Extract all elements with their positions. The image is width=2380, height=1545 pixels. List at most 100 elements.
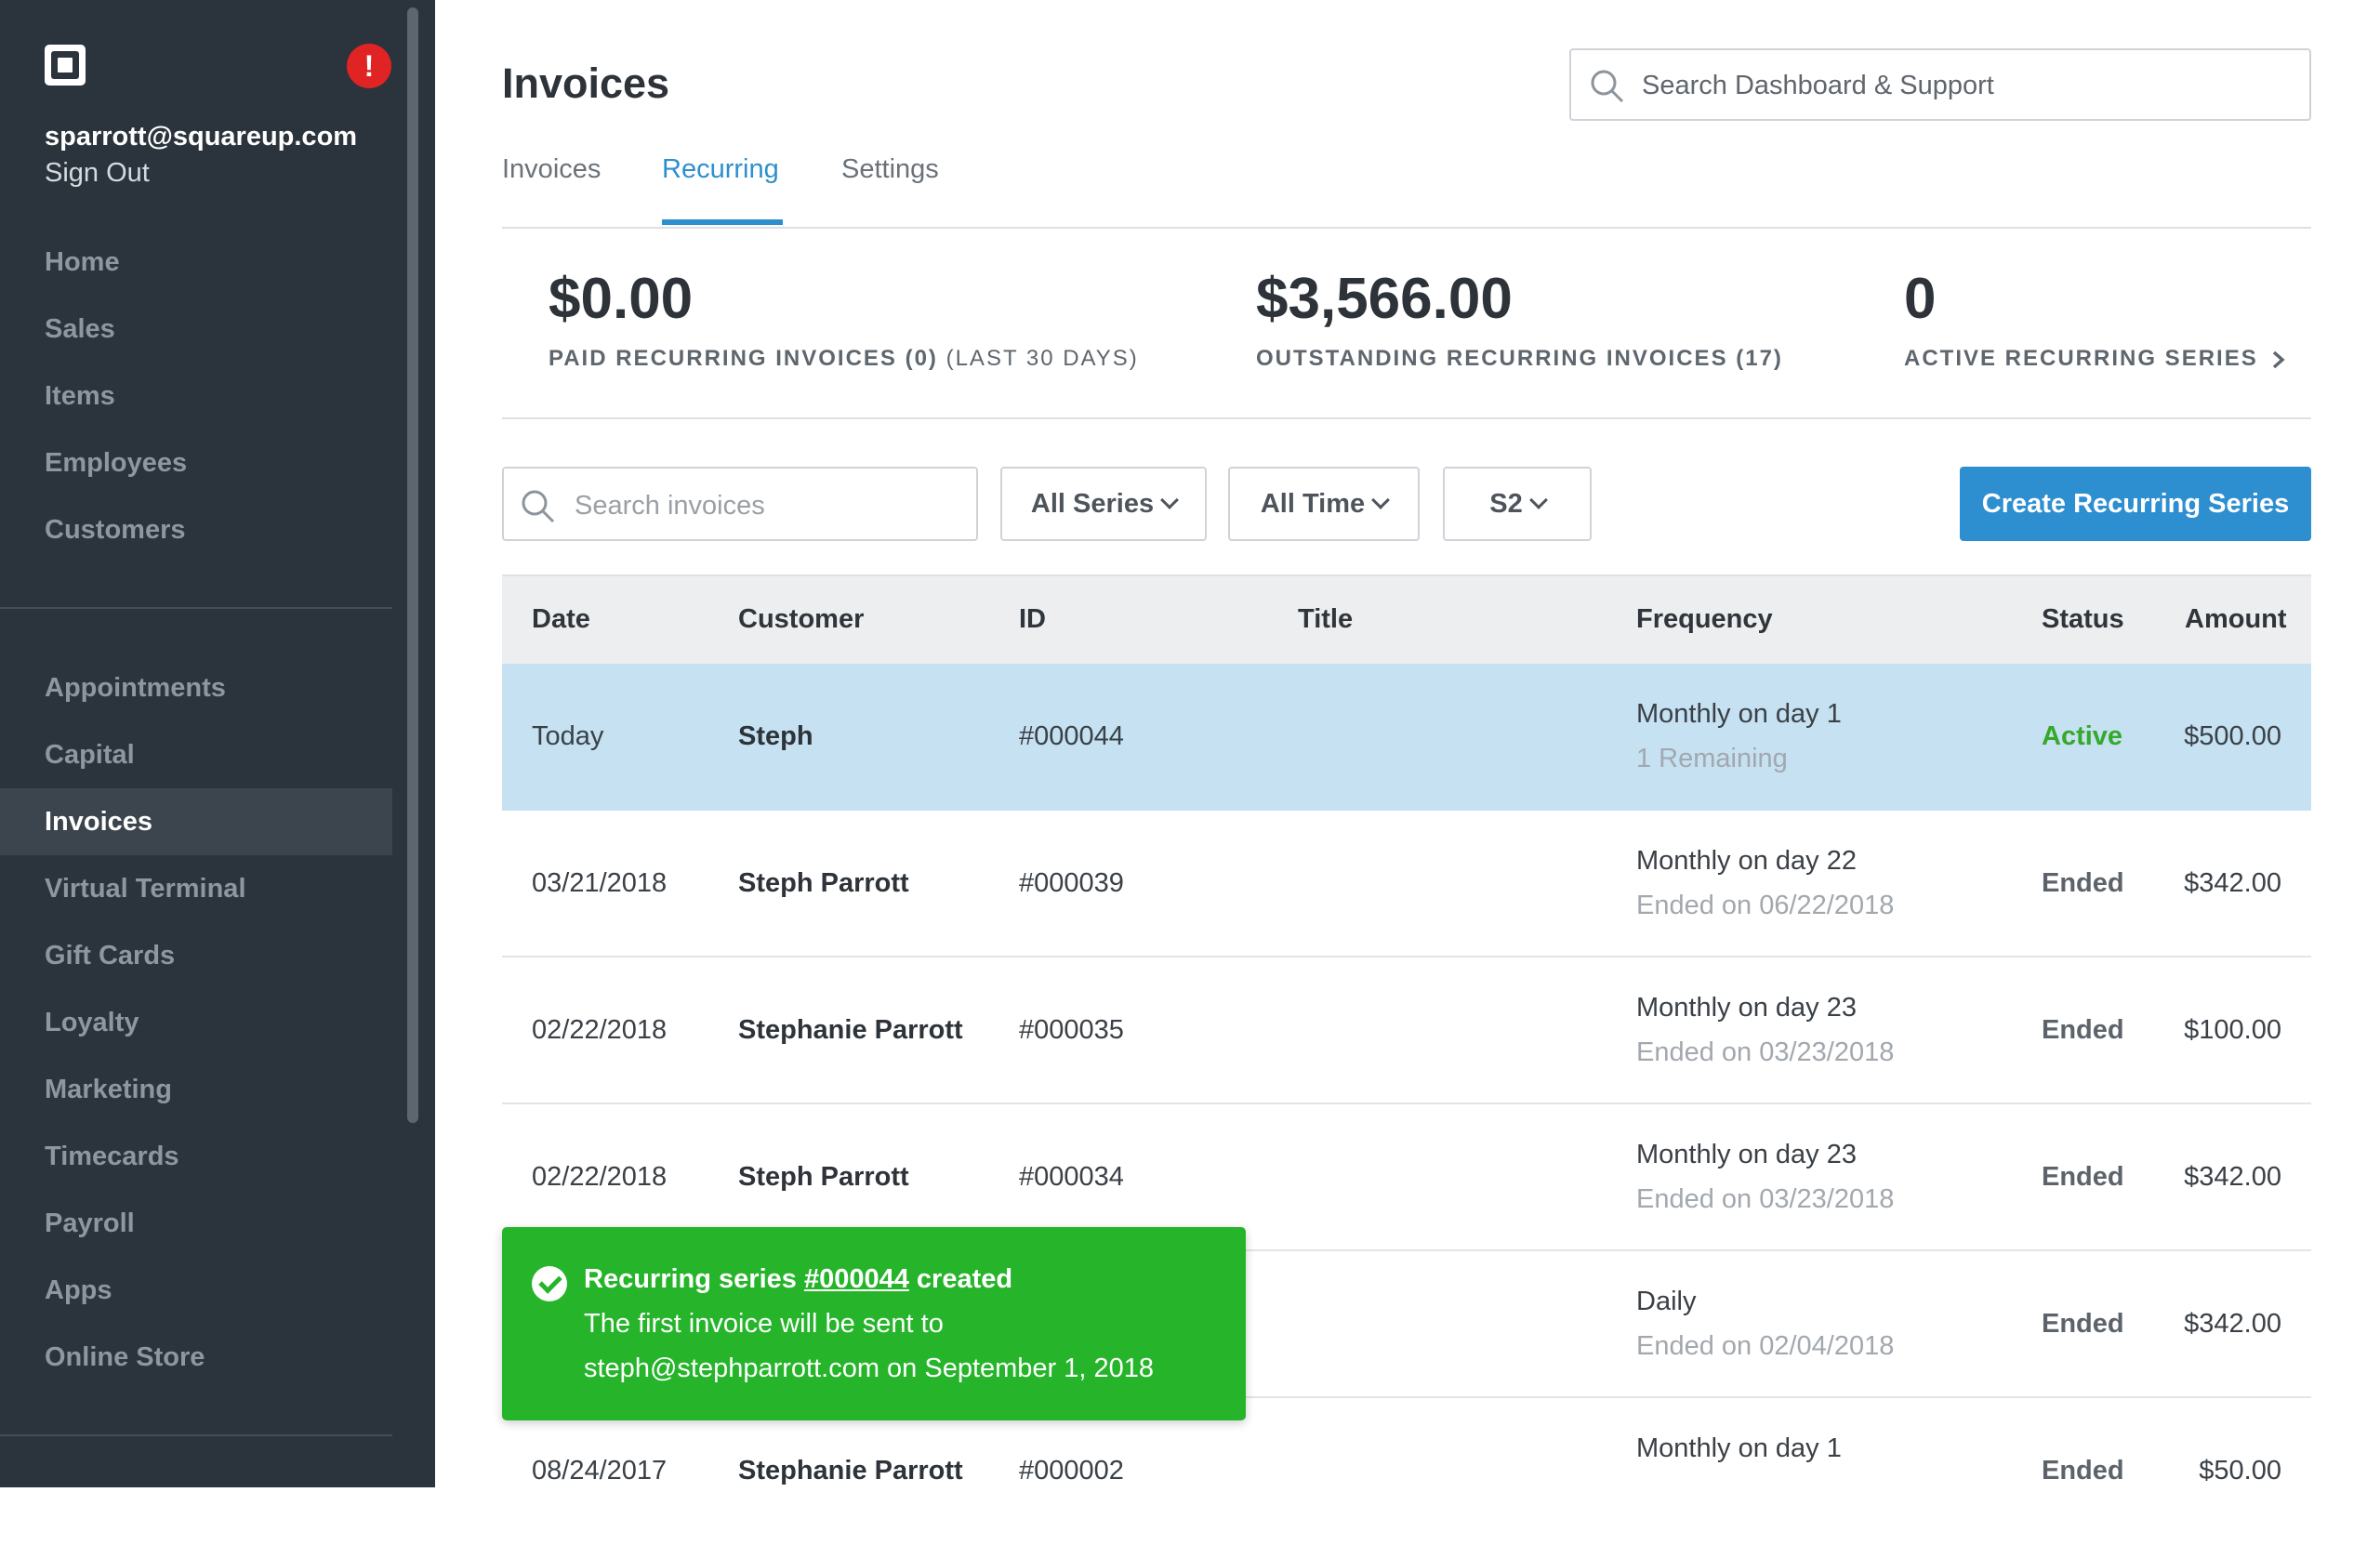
- row-customer: Steph: [738, 721, 813, 751]
- tab-recurring[interactable]: Recurring: [662, 154, 779, 185]
- stat-paid: $0.00 PAID RECURRING INVOICES (0) (LAST …: [549, 266, 1139, 372]
- row-frequency: Monthly on day 1: [1636, 1433, 1842, 1463]
- row-date: 02/22/2018: [532, 1162, 668, 1192]
- sidebar-item-payroll[interactable]: Payroll: [0, 1190, 392, 1257]
- location-filter-dropdown[interactable]: S2: [1443, 467, 1592, 541]
- row-amount: $50.00: [2199, 1456, 2281, 1486]
- row-frequency-detail: Ended on 02/04/2018: [1636, 1331, 1895, 1361]
- table-row[interactable]: 02/22/2018 Stephanie Parrott #000035 Mon…: [502, 957, 2311, 1104]
- row-frequency: Monthly on day 1: [1636, 699, 1842, 729]
- stat-paid-value: $0.00: [549, 267, 694, 331]
- search-icon: [522, 490, 555, 523]
- stat-active-series-value: 0: [1904, 267, 1937, 331]
- row-customer: Stephanie Parrott: [738, 1456, 963, 1486]
- toast-title-suffix: created: [916, 1264, 1013, 1294]
- sidebar-item-home[interactable]: Home: [0, 229, 392, 296]
- location-filter-label: S2: [1489, 489, 1523, 519]
- toast-title-prefix: Recurring series: [584, 1264, 797, 1294]
- stat-paid-label-period: (LAST 30 DAYS): [945, 346, 1139, 371]
- row-frequency-detail: Ended on 03/23/2018: [1636, 1037, 1895, 1067]
- chevron-down-icon: [1528, 491, 1548, 509]
- row-date: 08/24/2017: [532, 1456, 668, 1486]
- sidebar-item-apps[interactable]: Apps: [0, 1257, 392, 1324]
- sidebar-scrollbar[interactable]: [407, 7, 418, 1123]
- row-amount: $500.00: [2184, 721, 2281, 751]
- sidebar-divider: [0, 607, 392, 609]
- series-filter-dropdown[interactable]: All Series: [1000, 467, 1207, 541]
- time-filter-dropdown[interactable]: All Time: [1228, 467, 1420, 541]
- sidebar-item-marketing[interactable]: Marketing: [0, 1056, 392, 1123]
- dashboard-search-input[interactable]: [1640, 63, 2285, 108]
- column-header-customer[interactable]: Customer: [738, 604, 864, 635]
- stat-active-series[interactable]: 0 ACTIVE RECURRING SERIES: [1904, 266, 2286, 372]
- stat-paid-label: PAID RECURRING INVOICES (0) (LAST 30 DAY…: [549, 346, 1139, 372]
- table-row[interactable]: 03/21/2018 Steph Parrott #000039 Monthly…: [502, 811, 2311, 957]
- chevron-down-icon: [1371, 491, 1391, 509]
- row-id: #000035: [1019, 1015, 1124, 1045]
- row-frequency-detail: Ended on 06/22/2018: [1636, 891, 1895, 920]
- row-date: Today: [532, 721, 604, 751]
- sidebar-item-online-store[interactable]: Online Store: [0, 1324, 392, 1391]
- alert-badge-icon[interactable]: !: [347, 44, 391, 88]
- square-logo-icon[interactable]: [45, 45, 86, 86]
- sidebar-item-gift-cards[interactable]: Gift Cards: [0, 922, 392, 989]
- row-id: #000002: [1019, 1456, 1124, 1486]
- page-title: Invoices: [502, 59, 670, 107]
- check-circle-icon: [532, 1266, 567, 1301]
- toast-series-link[interactable]: #000044: [804, 1264, 909, 1294]
- invoice-search[interactable]: [502, 467, 978, 541]
- primary-nav: Home Sales Items Employees Customers: [0, 229, 392, 563]
- search-icon: [1591, 70, 1624, 103]
- row-customer: Steph Parrott: [738, 1162, 909, 1192]
- column-header-title[interactable]: Title: [1298, 604, 1353, 635]
- column-header-frequency[interactable]: Frequency: [1636, 604, 1773, 635]
- success-toast: Recurring series #000044 created The fir…: [502, 1227, 1246, 1420]
- row-amount: $342.00: [2184, 868, 2281, 898]
- row-id: #000034: [1019, 1162, 1124, 1192]
- sidebar-item-invoices[interactable]: Invoices: [0, 788, 392, 855]
- sidebar-item-timecards[interactable]: Timecards: [0, 1123, 392, 1190]
- active-tab-indicator: [662, 219, 783, 225]
- row-frequency: Monthly on day 23: [1636, 993, 1857, 1023]
- row-amount: $342.00: [2184, 1162, 2281, 1192]
- row-date: 02/22/2018: [532, 1015, 668, 1045]
- sidebar-item-loyalty[interactable]: Loyalty: [0, 989, 392, 1056]
- sidebar-item-customers[interactable]: Customers: [0, 496, 392, 563]
- tab-settings[interactable]: Settings: [841, 154, 939, 185]
- sign-out-link[interactable]: Sign Out: [45, 158, 150, 189]
- secondary-nav: Appointments Capital Invoices Virtual Te…: [0, 654, 392, 1391]
- row-frequency-detail: 1 Remaining: [1636, 744, 1788, 773]
- sidebar-item-employees[interactable]: Employees: [0, 429, 392, 496]
- sidebar-item-sales[interactable]: Sales: [0, 296, 392, 363]
- time-filter-label: All Time: [1260, 489, 1366, 519]
- row-customer: Stephanie Parrott: [738, 1015, 963, 1045]
- row-frequency: Monthly on day 22: [1636, 846, 1857, 876]
- table-row[interactable]: Today Steph #000044 Monthly on day 1 1 R…: [502, 664, 2311, 811]
- invoice-search-input[interactable]: [573, 483, 967, 528]
- column-header-status[interactable]: Status: [2042, 604, 2124, 635]
- sidebar-item-capital[interactable]: Capital: [0, 721, 392, 788]
- column-header-amount[interactable]: Amount: [2185, 604, 2287, 635]
- column-header-id[interactable]: ID: [1019, 604, 1046, 635]
- row-amount: $100.00: [2184, 1015, 2281, 1045]
- sidebar-item-virtual-terminal[interactable]: Virtual Terminal: [0, 855, 392, 922]
- stats-divider: [502, 417, 2311, 419]
- create-recurring-series-button[interactable]: Create Recurring Series: [1960, 467, 2311, 541]
- stat-outstanding-value: $3,566.00: [1256, 267, 1513, 331]
- account-email: sparrott@squareup.com: [45, 122, 358, 152]
- stat-active-series-label-text: ACTIVE RECURRING SERIES: [1904, 346, 2258, 371]
- stat-paid-label-main: PAID RECURRING INVOICES (0): [549, 346, 938, 371]
- column-header-date[interactable]: Date: [532, 604, 590, 635]
- row-customer: Steph Parrott: [738, 868, 909, 898]
- row-frequency: Monthly on day 23: [1636, 1140, 1857, 1169]
- sidebar-item-items[interactable]: Items: [0, 363, 392, 429]
- row-frequency-detail: Ended on 03/23/2018: [1636, 1184, 1895, 1214]
- sidebar-item-appointments[interactable]: Appointments: [0, 654, 392, 721]
- dashboard-search[interactable]: [1569, 48, 2311, 121]
- chevron-down-icon: [1160, 491, 1179, 509]
- sidebar: ! sparrott@squareup.com Sign Out Home Sa…: [0, 0, 435, 1487]
- stat-outstanding: $3,566.00 OUTSTANDING RECURRING INVOICES…: [1256, 266, 1783, 372]
- tab-invoices[interactable]: Invoices: [502, 154, 601, 185]
- stat-active-series-label: ACTIVE RECURRING SERIES: [1904, 346, 2286, 372]
- toast-title: Recurring series #000044 created: [584, 1264, 1012, 1295]
